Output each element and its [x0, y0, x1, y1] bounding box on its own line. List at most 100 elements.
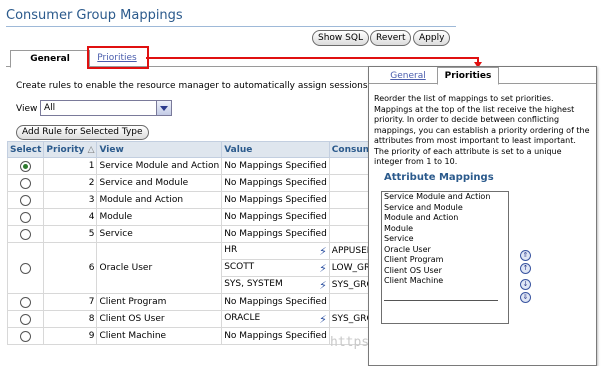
intro-text: Create rules to enable the resource mana…: [16, 81, 368, 91]
list-item[interactable]: Oracle User: [382, 245, 508, 256]
table-row: 6 Oracle User HR ⚡ APPUSER: [6, 242, 385, 294]
list-item[interactable]: Service and Module: [382, 203, 508, 214]
select-cell: [6, 208, 45, 226]
row-select-radio[interactable]: [20, 177, 32, 189]
row-select-radio[interactable]: [20, 228, 32, 240]
move-up-icon[interactable]: ↑: [520, 263, 531, 274]
view-select[interactable]: All: [40, 100, 172, 116]
select-cell: [6, 293, 45, 311]
move-top-icon[interactable]: ⇑: [520, 250, 531, 261]
list-separator: [384, 300, 498, 301]
priority-cell: 5: [43, 225, 98, 243]
value-cell: No Mappings Specified: [221, 225, 330, 243]
list-item[interactable]: Service: [382, 234, 508, 245]
table-row: 4 Module No Mappings Specified: [6, 208, 385, 226]
value-text: No Mappings Specified: [224, 161, 327, 171]
flashlight-icon[interactable]: ⚡: [319, 313, 327, 326]
table-row: 9 Client Machine No Mappings Specified: [6, 327, 385, 345]
value-text: No Mappings Specified: [224, 212, 327, 222]
flashlight-icon[interactable]: ⚡: [319, 262, 327, 275]
table-row: 7 Client Program No Mappings Specified: [6, 293, 385, 311]
table-row: 1 Service Module and Action No Mappings Sp…: [6, 157, 385, 175]
list-item[interactable]: Client Machine: [382, 276, 508, 287]
tab-general[interactable]: General: [10, 50, 90, 68]
attribute-mappings-heading: Attribute Mappings: [384, 172, 494, 183]
row-select-radio[interactable]: [20, 296, 32, 308]
table-row: 2 Service and Module No Mappings Specified: [6, 174, 385, 192]
col-priority-label: Priority: [46, 144, 85, 155]
view-cell: Oracle User: [96, 242, 223, 294]
value-cell: No Mappings Specified: [221, 174, 330, 192]
row-select-radio[interactable]: [20, 262, 32, 274]
priority-cell: 1: [43, 157, 98, 175]
priority-cell: 8: [43, 310, 98, 328]
priority-cell: 3: [43, 191, 98, 209]
value-cell: ORACLE ⚡: [221, 310, 330, 328]
table-row: 5 Service No Mappings Specified: [6, 225, 385, 243]
value-text: No Mappings Specified: [224, 178, 327, 188]
select-cell: [6, 310, 45, 328]
view-select-value: All: [44, 103, 56, 113]
select-cell: [6, 174, 45, 192]
table-body: 1 Service Module and Action No Mappings Sp…: [6, 157, 385, 345]
select-cell: [6, 225, 45, 243]
view-cell: Client OS User: [96, 310, 223, 328]
value-cell: SYS, SYSTEM ⚡: [221, 276, 330, 294]
priorities-highlight-box: [87, 46, 149, 69]
value-cell: HR ⚡: [221, 242, 330, 260]
revert-button[interactable]: Revert: [370, 30, 412, 46]
value-text: No Mappings Specified: [224, 297, 327, 307]
table-row: 3 Module and Action No Mappings Specified: [6, 191, 385, 209]
value-cell: No Mappings Specified: [221, 208, 330, 226]
row-select-radio[interactable]: [20, 160, 32, 172]
popup-tab-priorities[interactable]: Priorities: [437, 67, 499, 85]
priorities-popup: General Priorities Reorder the list of m…: [368, 66, 597, 366]
flashlight-icon[interactable]: ⚡: [319, 279, 327, 292]
value-text: HR: [224, 244, 238, 255]
chevron-down-icon[interactable]: [156, 101, 171, 115]
list-item[interactable]: Client Program: [382, 255, 508, 266]
mappings-table: Select Priority △ View Value Consume 1 Se…: [6, 141, 385, 345]
col-view: View: [96, 141, 223, 158]
col-select: Select: [6, 141, 45, 158]
value-text: ORACLE: [224, 312, 261, 323]
show-sql-button[interactable]: Show SQL: [312, 30, 369, 46]
row-select-radio[interactable]: [20, 194, 32, 206]
list-item[interactable]: Client OS User: [382, 266, 508, 277]
value-text: No Mappings Specified: [224, 229, 327, 239]
priority-cell: 6: [43, 242, 98, 294]
priority-cell: 2: [43, 174, 98, 192]
title-divider: [6, 26, 456, 27]
row-select-radio[interactable]: [20, 313, 32, 325]
add-rule-button[interactable]: Add Rule for Selected Type: [16, 125, 149, 140]
move-down-icon[interactable]: ↓: [520, 279, 531, 290]
popup-description: Reorder the list of mappings to set prio…: [374, 94, 590, 166]
attribute-mappings-list[interactable]: Service Module and Action Service and Mo…: [381, 191, 509, 324]
priority-cell: 4: [43, 208, 98, 226]
row-select-radio[interactable]: [20, 211, 32, 223]
view-cell: Client Machine: [96, 327, 223, 345]
select-cell: [6, 327, 45, 345]
view-cell: Client Program: [96, 293, 223, 311]
select-cell: [6, 242, 45, 294]
select-cell: [6, 191, 45, 209]
list-item[interactable]: Service Module and Action: [382, 192, 508, 203]
value-cell: No Mappings Specified: [221, 327, 330, 345]
callout-arrow-line: [146, 57, 477, 59]
popup-tab-general[interactable]: General: [373, 69, 443, 83]
value-cell: No Mappings Specified: [221, 191, 330, 209]
col-priority[interactable]: Priority △: [43, 141, 98, 158]
flashlight-icon[interactable]: ⚡: [319, 245, 327, 258]
list-item[interactable]: Module and Action: [382, 213, 508, 224]
value-text: No Mappings Specified: [224, 195, 327, 205]
move-bottom-icon[interactable]: ⇓: [520, 292, 531, 303]
view-cell: Service and Module: [96, 174, 223, 192]
apply-button[interactable]: Apply: [413, 30, 451, 46]
value-cell: No Mappings Specified: [221, 157, 330, 175]
value-cell: No Mappings Specified: [221, 293, 330, 311]
row-select-radio[interactable]: [20, 330, 32, 342]
priority-cell: 9: [43, 327, 98, 345]
sort-icon: △: [87, 144, 95, 155]
select-cell: [6, 157, 45, 175]
list-item[interactable]: Module: [382, 224, 508, 235]
